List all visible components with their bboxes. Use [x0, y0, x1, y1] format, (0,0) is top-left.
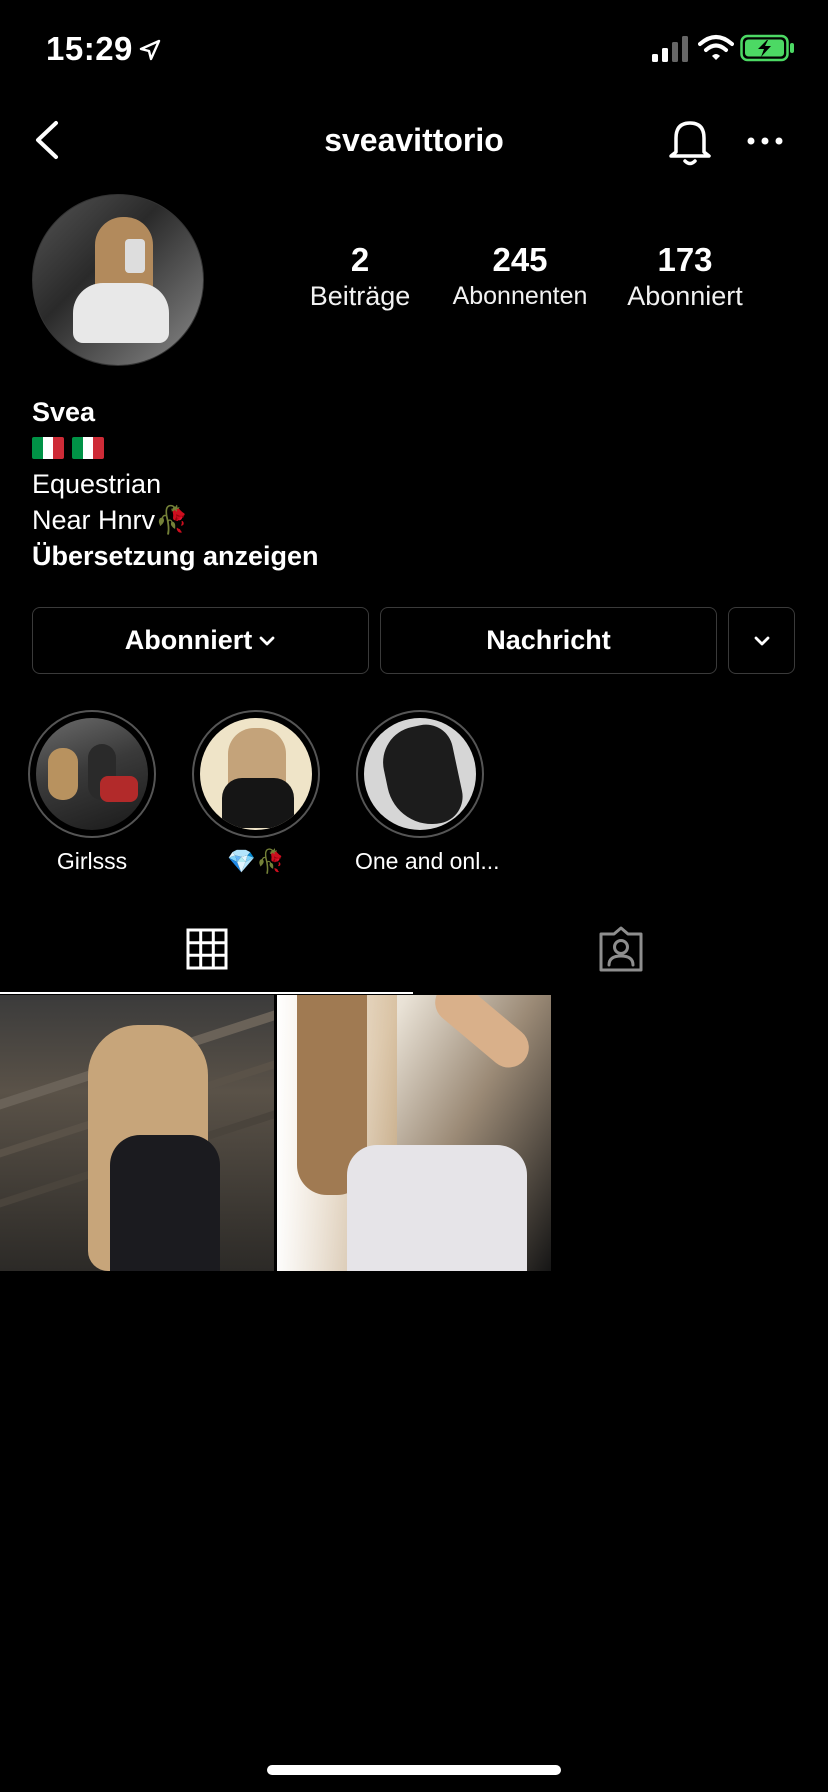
- posts-grid: [0, 995, 828, 1271]
- stat-following-label: Abonniert: [627, 281, 743, 311]
- location-arrow-icon: [139, 39, 161, 61]
- highlight-label: Girlsss: [56, 848, 128, 874]
- notification-bell-icon[interactable]: [664, 114, 716, 168]
- chevron-down-icon: [259, 636, 275, 645]
- stat-followers[interactable]: 245 Abonnenten: [440, 240, 600, 312]
- home-indicator[interactable]: [267, 1765, 561, 1775]
- story-highlight[interactable]: Girlsss: [27, 710, 157, 875]
- status-time: 15:29: [46, 30, 133, 67]
- profile-bio: Svea Equestrian Near Hnrv🥀 Übersetzung a…: [32, 394, 792, 574]
- following-button-label: Abonniert: [124, 625, 253, 655]
- tagged-person-icon: [599, 926, 643, 972]
- profile-tabs: [0, 898, 828, 994]
- stat-following-value: 173: [657, 241, 713, 278]
- profile-stats: 2 Beiträge 245 Abonnenten 173 Abonniert: [290, 240, 780, 320]
- story-highlight[interactable]: One and onl...: [355, 710, 500, 875]
- highlight-label: 💎🥀: [227, 848, 285, 874]
- cellular-signal-icon: [652, 36, 688, 62]
- stat-posts-label: Beiträge: [309, 281, 411, 311]
- stat-following[interactable]: 173 Abonniert: [610, 240, 760, 312]
- following-button[interactable]: Abonniert: [32, 607, 369, 674]
- highlight-cover: [36, 718, 148, 830]
- post-thumbnail[interactable]: [277, 995, 551, 1271]
- chevron-down-icon: [754, 636, 769, 645]
- highlight-ring: [192, 710, 320, 838]
- bio-flags: [32, 430, 792, 466]
- message-button-label: Nachricht: [486, 625, 611, 655]
- stat-followers-value: 245: [492, 241, 548, 278]
- stat-followers-label: Abonnenten: [452, 282, 588, 310]
- battery-charging-icon: [740, 34, 794, 62]
- highlight-label: One and onl...: [355, 848, 500, 874]
- story-highlight[interactable]: 💎🥀: [191, 710, 321, 875]
- highlight-cover: [364, 718, 476, 830]
- avatar-photo-detail: [125, 239, 145, 273]
- stat-posts[interactable]: 2 Beiträge: [290, 240, 430, 312]
- tab-posts-grid[interactable]: [0, 898, 413, 994]
- bio-line-2: Near Hnrv🥀: [32, 505, 189, 535]
- post-thumbnail[interactable]: [0, 995, 274, 1271]
- italy-flag-icon: [32, 437, 64, 459]
- highlight-ring: [356, 710, 484, 838]
- more-options-icon[interactable]: [744, 126, 786, 156]
- profile-avatar[interactable]: [32, 194, 204, 366]
- wifi-icon: [698, 35, 734, 60]
- avatar-photo-detail: [73, 283, 169, 343]
- highlight-cover: [200, 718, 312, 830]
- grid-icon: [186, 928, 228, 970]
- profile-display-name: Svea: [32, 397, 96, 427]
- highlight-ring: [28, 710, 156, 838]
- status-bar: 15:29: [0, 0, 828, 100]
- message-button[interactable]: Nachricht: [380, 607, 717, 674]
- profile-nav-bar: sveavittorio: [0, 100, 828, 180]
- bio-line-1: Equestrian: [32, 469, 162, 499]
- tab-tagged[interactable]: [414, 898, 828, 994]
- show-translation-link[interactable]: Übersetzung anzeigen: [32, 538, 792, 574]
- stat-posts-value: 2: [350, 241, 370, 278]
- italy-flag-icon: [72, 437, 104, 459]
- suggested-accounts-button[interactable]: [728, 607, 795, 674]
